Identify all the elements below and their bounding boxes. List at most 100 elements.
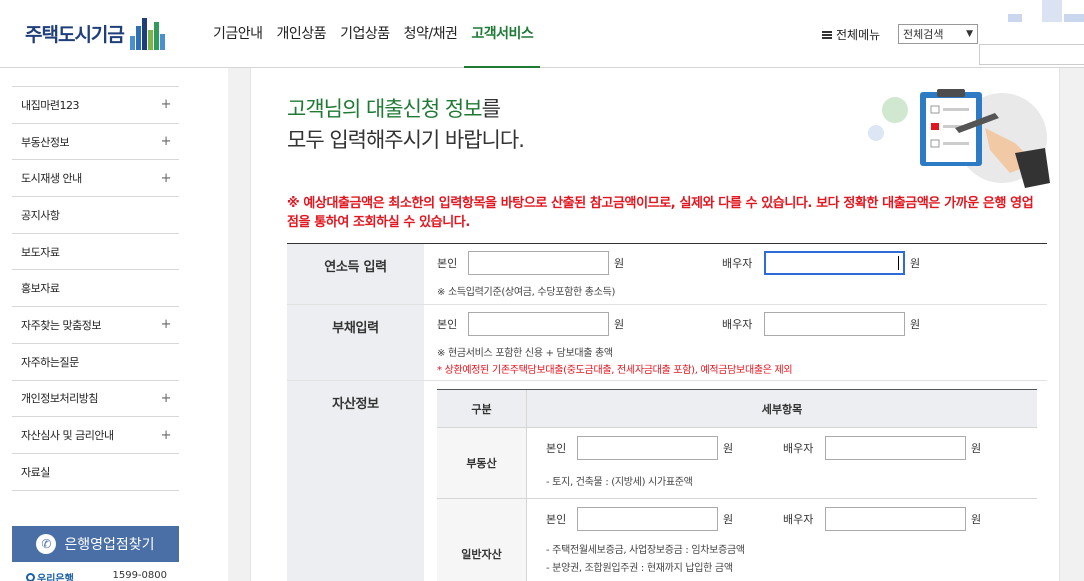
plus-icon: + xyxy=(160,170,172,186)
debt-spouse-input[interactable] xyxy=(764,312,905,336)
asset-col-category: 구분 xyxy=(437,390,527,427)
real-estate-note: - 토지, 건축물 : (지방세) 시가표준액 xyxy=(546,477,693,488)
nav-business-products[interactable]: 기업상품 xyxy=(333,0,397,68)
sidebar-item-label: 홍보자료 xyxy=(21,282,60,296)
header-decoration xyxy=(1008,0,1084,24)
asset-real-estate-fields: 본인 원 배우자 원 - 토지, 건축물 : (지방세) 시가표준액 xyxy=(527,428,1037,498)
general-spouse-label: 배우자 xyxy=(783,513,814,526)
asset-header: 자산정보 xyxy=(287,381,424,581)
sidebar-item-label: 개인정보처리방침 xyxy=(21,392,98,406)
debt-body: 본인 원 배우자 원 ※ 현금서비스 포함한 신용 + 담보대출 총액 * 상환… xyxy=(424,305,1047,380)
search-scope-select[interactable]: 전체검색 ▼ xyxy=(898,24,978,44)
loan-info-form: 연소득 입력 본인 원 배우자 원 ※ 소득입력기준(상여금, 수당포함한 총소… xyxy=(287,243,1047,581)
all-menu-label: 전체메뉴 xyxy=(836,28,881,42)
sidebar-item-faq[interactable]: 자주하는질문 xyxy=(12,344,179,381)
search-scope-value: 전체검색 xyxy=(903,28,944,41)
nav-personal-products[interactable]: 개인상품 xyxy=(270,0,334,68)
sidebar-item-library[interactable]: 자료실 xyxy=(12,454,179,491)
income-self-unit: 원 xyxy=(614,257,625,270)
general-fields: 본인 원 배우자 원 xyxy=(546,507,1037,531)
logo-mark-icon xyxy=(129,16,168,50)
find-branch-label: 은행영업점찾기 xyxy=(64,537,155,553)
main-nav: 기금안내 개인상품 기업상품 청약/채권 고객서비스 xyxy=(213,0,541,69)
loan-notice: ※ 예상대출금액은 최소한의 입력항목을 바탕으로 산출된 참고금액이므로, 실… xyxy=(287,196,1034,230)
debt-spouse-unit: 원 xyxy=(910,318,921,331)
asset-real-estate-label: 부동산 xyxy=(437,428,527,498)
general-spouse-input[interactable] xyxy=(825,507,966,531)
plus-icon: + xyxy=(160,390,172,406)
sidebar-item-label: 자산심사 및 금리안내 xyxy=(21,429,114,443)
search-input[interactable] xyxy=(979,44,1084,65)
logo-text: 주택도시기금 xyxy=(25,23,125,46)
sidebar-item-cut-off xyxy=(12,68,179,87)
find-branch-button[interactable]: ✆ 은행영업점찾기 xyxy=(12,526,179,562)
asset-table: 구분 세부항목 부동산 본인 원 배우자 원 - 토지, 건축물: (지방세)… xyxy=(437,389,1037,581)
asset-body: 구분 세부항목 부동산 본인 원 배우자 원 - 토지, 건축물: (지방세)… xyxy=(424,381,1047,581)
sidebar-item-notices[interactable]: 공지사항 xyxy=(12,197,179,234)
debt-row: 부채입력 본인 원 배우자 원 ※ 현금서비스 포함한 신용 + 담보대출 총액… xyxy=(287,305,1047,381)
sidebar-item-label: 보도자료 xyxy=(21,245,60,259)
asset-general-fields: 본인 원 배우자 원 - 주택전월세보증금, 사업장보증금 : 임차보증금액 -… xyxy=(527,499,1037,581)
general-note-deposit: - 주택전월세보증금, 사업장보증금 : 임차보증금액 xyxy=(546,545,745,556)
phone-icon: ✆ xyxy=(36,534,57,554)
debt-self-input[interactable] xyxy=(468,312,609,336)
sidebar-item-label: 자주찾는 맞춤정보 xyxy=(21,318,101,332)
nav-customer-service[interactable]: 고객서비스 xyxy=(464,0,541,69)
income-row: 연소득 입력 본인 원 배우자 원 ※ 소득입력기준(상여금, 수당포함한 총소… xyxy=(287,244,1047,305)
real-estate-self-label: 본인 xyxy=(546,442,567,455)
income-spouse-label: 배우자 xyxy=(722,257,753,270)
sidebar-item-custom-info[interactable]: 자주찾는 맞춤정보 + xyxy=(12,307,179,344)
plus-icon: + xyxy=(160,97,172,113)
asset-row: 자산정보 구분 세부항목 부동산 본인 원 배우자 원 - 토지, 건축물: … xyxy=(287,381,1047,581)
bank-logo: 우리은행 xyxy=(26,570,74,581)
sidebar-item-asset-rates[interactable]: 자산심사 및 금리안내 + xyxy=(12,417,179,454)
income-spouse-unit: 원 xyxy=(910,257,921,270)
clipboard-illustration-icon xyxy=(868,89,1050,188)
general-note-presale: - 분양권, 조합원입주권 : 현재까지 납입한 금액 xyxy=(546,563,733,574)
sidebar: 내집마련123 + 부동산정보 + 도시재생 안내 + 공지사항 보도자료 홍보자료 … xyxy=(0,68,228,581)
real-estate-spouse-label: 배우자 xyxy=(783,442,814,455)
title-highlight: 고객님의 대출신청 정보 xyxy=(287,97,483,121)
sidebar-item-real-estate[interactable]: 부동산정보 + xyxy=(12,124,179,161)
general-self-input[interactable] xyxy=(577,507,718,531)
general-self-unit: 원 xyxy=(723,513,734,526)
site-logo[interactable]: 주택도시기금 xyxy=(25,16,168,50)
sidebar-item-label: 자료실 xyxy=(21,465,50,479)
debt-fields: 본인 원 배우자 원 xyxy=(437,312,1047,336)
asset-row-real-estate: 부동산 본인 원 배우자 원 - 토지, 건축물 : (지방세) 시가표준액 xyxy=(437,428,1037,499)
sidebar-item-urban-regen[interactable]: 도시재생 안내 + xyxy=(12,160,179,198)
debt-self-label: 본인 xyxy=(437,318,458,331)
asset-row-general: 일반자산 본인 원 배우자 원 - 주택전월세보증금, 사업장보증금 : 임차보… xyxy=(437,499,1037,581)
sidebar-item-press[interactable]: 보도자료 xyxy=(12,234,179,271)
asset-general-label: 일반자산 xyxy=(437,499,527,581)
debt-note: ※ 현금서비스 포함한 신용 + 담보대출 총액 xyxy=(437,348,613,359)
title-rest: 를 xyxy=(481,97,501,121)
real-estate-spouse-unit: 원 xyxy=(971,442,982,455)
sidebar-item-label: 자주하는질문 xyxy=(21,355,79,369)
title-line2: 모두 입력해주시기 바랍니다. xyxy=(287,128,525,152)
income-self-input[interactable] xyxy=(468,251,609,275)
income-spouse-input[interactable] xyxy=(764,251,905,275)
sidebar-item-label: 부동산정보 xyxy=(21,135,70,149)
page-title: 고객님의 대출신청 정보를 모두 입력해주시기 바랍니다. xyxy=(287,94,525,156)
income-header: 연소득 입력 xyxy=(287,244,424,304)
sidebar-item-privacy[interactable]: 개인정보처리방침 + xyxy=(12,381,179,418)
real-estate-fields: 본인 원 배우자 원 xyxy=(546,436,1037,460)
income-self-label: 본인 xyxy=(437,257,458,270)
sidebar-item-label: 공지사항 xyxy=(21,208,60,222)
site-header: 주택도시기금 기금안내 개인상품 기업상품 청약/채권 고객서비스 전체메뉴 전… xyxy=(0,0,1084,69)
asset-table-header: 구분 세부항목 xyxy=(437,390,1037,428)
sidebar-item-pr[interactable]: 홍보자료 xyxy=(12,270,179,308)
income-body: 본인 원 배우자 원 ※ 소득입력기준(상여금, 수당포함한 총소득) xyxy=(424,244,1047,304)
plus-icon: + xyxy=(160,134,172,150)
nav-fund-info[interactable]: 기금안내 xyxy=(213,0,270,68)
bank-name: 우리은행 xyxy=(37,574,74,581)
real-estate-self-input[interactable] xyxy=(577,436,718,460)
real-estate-spouse-input[interactable] xyxy=(825,436,966,460)
debt-spouse-label: 배우자 xyxy=(722,318,753,331)
bank-phone: 1599-0800 xyxy=(112,570,167,581)
sidebar-item-home-123[interactable]: 내집마련123 + xyxy=(12,87,179,124)
debt-self-unit: 원 xyxy=(614,318,625,331)
all-menu-button[interactable]: 전체메뉴 xyxy=(822,26,880,43)
nav-subscription-bonds[interactable]: 청약/채권 xyxy=(397,0,465,68)
